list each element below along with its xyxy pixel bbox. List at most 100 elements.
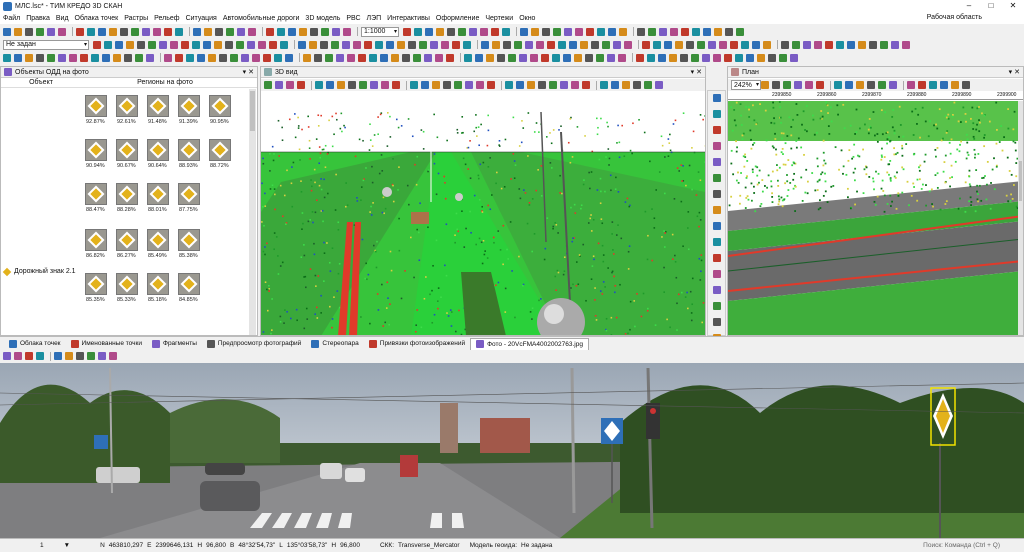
tool-icon[interactable] <box>347 53 355 62</box>
tool-icon[interactable] <box>907 81 915 89</box>
tool-icon[interactable] <box>475 53 483 62</box>
tool-icon[interactable] <box>659 27 667 36</box>
tool-icon[interactable] <box>547 40 555 49</box>
tool-icon[interactable] <box>481 40 489 49</box>
side-tool-icon[interactable] <box>713 126 721 134</box>
maximize-button[interactable]: □ <box>980 0 1002 12</box>
tool-icon[interactable] <box>580 40 588 49</box>
tool-icon[interactable] <box>432 81 440 89</box>
tool-icon[interactable] <box>446 53 454 62</box>
tool-icon[interactable] <box>310 27 318 36</box>
tool-icon[interactable] <box>520 27 528 36</box>
tool-icon[interactable] <box>36 352 44 360</box>
tool-icon[interactable] <box>675 40 683 49</box>
side-tool-icon[interactable] <box>713 286 721 294</box>
tool-icon[interactable] <box>560 81 568 89</box>
view3d-controls-icon[interactable]: ▾ ✕ <box>691 67 702 78</box>
tool-icon[interactable] <box>856 81 864 89</box>
tool-icon[interactable] <box>69 53 77 62</box>
tool-icon[interactable] <box>3 53 11 62</box>
tool-icon[interactable] <box>226 27 234 36</box>
region-thumbnail[interactable] <box>85 139 107 161</box>
tool-icon[interactable] <box>730 40 738 49</box>
tool-icon[interactable] <box>288 27 296 36</box>
region-thumbnail[interactable] <box>209 139 231 161</box>
tool-icon[interactable] <box>14 53 22 62</box>
tool-icon[interactable] <box>487 81 495 89</box>
tool-icon[interactable] <box>408 40 416 49</box>
bottom-tab[interactable]: Стереопара <box>306 338 363 350</box>
tool-icon[interactable] <box>680 53 688 62</box>
tool-icon[interactable] <box>686 40 694 49</box>
tool-icon[interactable] <box>814 40 822 49</box>
tool-icon[interactable] <box>298 40 306 49</box>
tool-icon[interactable] <box>204 27 212 36</box>
tool-icon[interactable] <box>492 40 500 49</box>
tool-icon[interactable] <box>757 53 765 62</box>
menu-item-7[interactable]: Автомобильные дороги <box>223 15 300 22</box>
region-thumbnail[interactable] <box>147 183 169 205</box>
tool-icon[interactable] <box>891 40 899 49</box>
tool-icon[interactable] <box>508 53 516 62</box>
tool-icon[interactable] <box>76 27 84 36</box>
tool-icon[interactable] <box>87 27 95 36</box>
tool-icon[interactable] <box>454 81 462 89</box>
tool-icon[interactable] <box>266 27 274 36</box>
side-tool-icon[interactable] <box>713 94 721 102</box>
region-thumbnail[interactable] <box>116 95 138 117</box>
tool-icon[interactable] <box>309 40 317 49</box>
menu-item-1[interactable]: Правка <box>26 15 50 22</box>
bottom-tab[interactable]: Предпросмотр фотографий <box>202 338 306 350</box>
tool-icon[interactable] <box>331 40 339 49</box>
tool-icon[interactable] <box>653 40 661 49</box>
tool-icon[interactable] <box>781 40 789 49</box>
tool-icon[interactable] <box>519 53 527 62</box>
tool-icon[interactable] <box>772 81 780 89</box>
tool-icon[interactable] <box>553 27 561 36</box>
tool-icon[interactable] <box>320 40 328 49</box>
tool-icon[interactable] <box>719 40 727 49</box>
col-regions[interactable]: Регионы на фото <box>81 79 249 86</box>
bottom-tab[interactable]: Привязки фотоизображений <box>364 338 470 350</box>
tool-icon[interactable] <box>670 27 678 36</box>
region-thumbnail[interactable] <box>85 95 107 117</box>
tool-icon[interactable] <box>847 40 855 49</box>
tool-icon[interactable] <box>552 53 560 62</box>
tool-icon[interactable] <box>469 27 477 36</box>
tool-icon[interactable] <box>768 53 776 62</box>
tool-icon[interactable] <box>619 27 627 36</box>
tool-icon[interactable] <box>87 352 95 360</box>
tool-icon[interactable] <box>602 40 610 49</box>
tool-icon[interactable] <box>869 40 877 49</box>
tool-icon[interactable] <box>622 81 630 89</box>
region-thumbnail[interactable] <box>147 95 169 117</box>
tool-icon[interactable] <box>790 53 798 62</box>
tool-icon[interactable] <box>845 81 853 89</box>
tool-icon[interactable] <box>889 81 897 89</box>
side-tool-icon[interactable] <box>713 158 721 166</box>
tool-icon[interactable] <box>480 27 488 36</box>
tool-icon[interactable] <box>902 40 910 49</box>
region-thumbnail[interactable] <box>178 139 200 161</box>
side-tool-icon[interactable] <box>713 238 721 246</box>
tool-icon[interactable] <box>585 53 593 62</box>
menu-item-2[interactable]: Вид <box>56 15 69 22</box>
tool-icon[interactable] <box>248 27 256 36</box>
minimize-button[interactable]: – <box>958 0 980 12</box>
tool-icon[interactable] <box>463 40 471 49</box>
tool-icon[interactable] <box>314 53 322 62</box>
tool-icon[interactable] <box>47 27 55 36</box>
tool-icon[interactable] <box>586 27 594 36</box>
tool-icon[interactable] <box>697 40 705 49</box>
thumb-scrollbar[interactable] <box>249 89 256 335</box>
tool-icon[interactable] <box>137 40 145 49</box>
tool-icon[interactable] <box>297 81 305 89</box>
tool-icon[interactable] <box>536 40 544 49</box>
street-photo[interactable] <box>0 363 1024 538</box>
tool-icon[interactable] <box>527 81 535 89</box>
menu-item-14[interactable]: Окно <box>519 15 535 22</box>
tool-icon[interactable] <box>591 40 599 49</box>
tool-icon[interactable] <box>497 53 505 62</box>
tool-icon[interactable] <box>763 40 771 49</box>
tool-icon[interactable] <box>175 27 183 36</box>
